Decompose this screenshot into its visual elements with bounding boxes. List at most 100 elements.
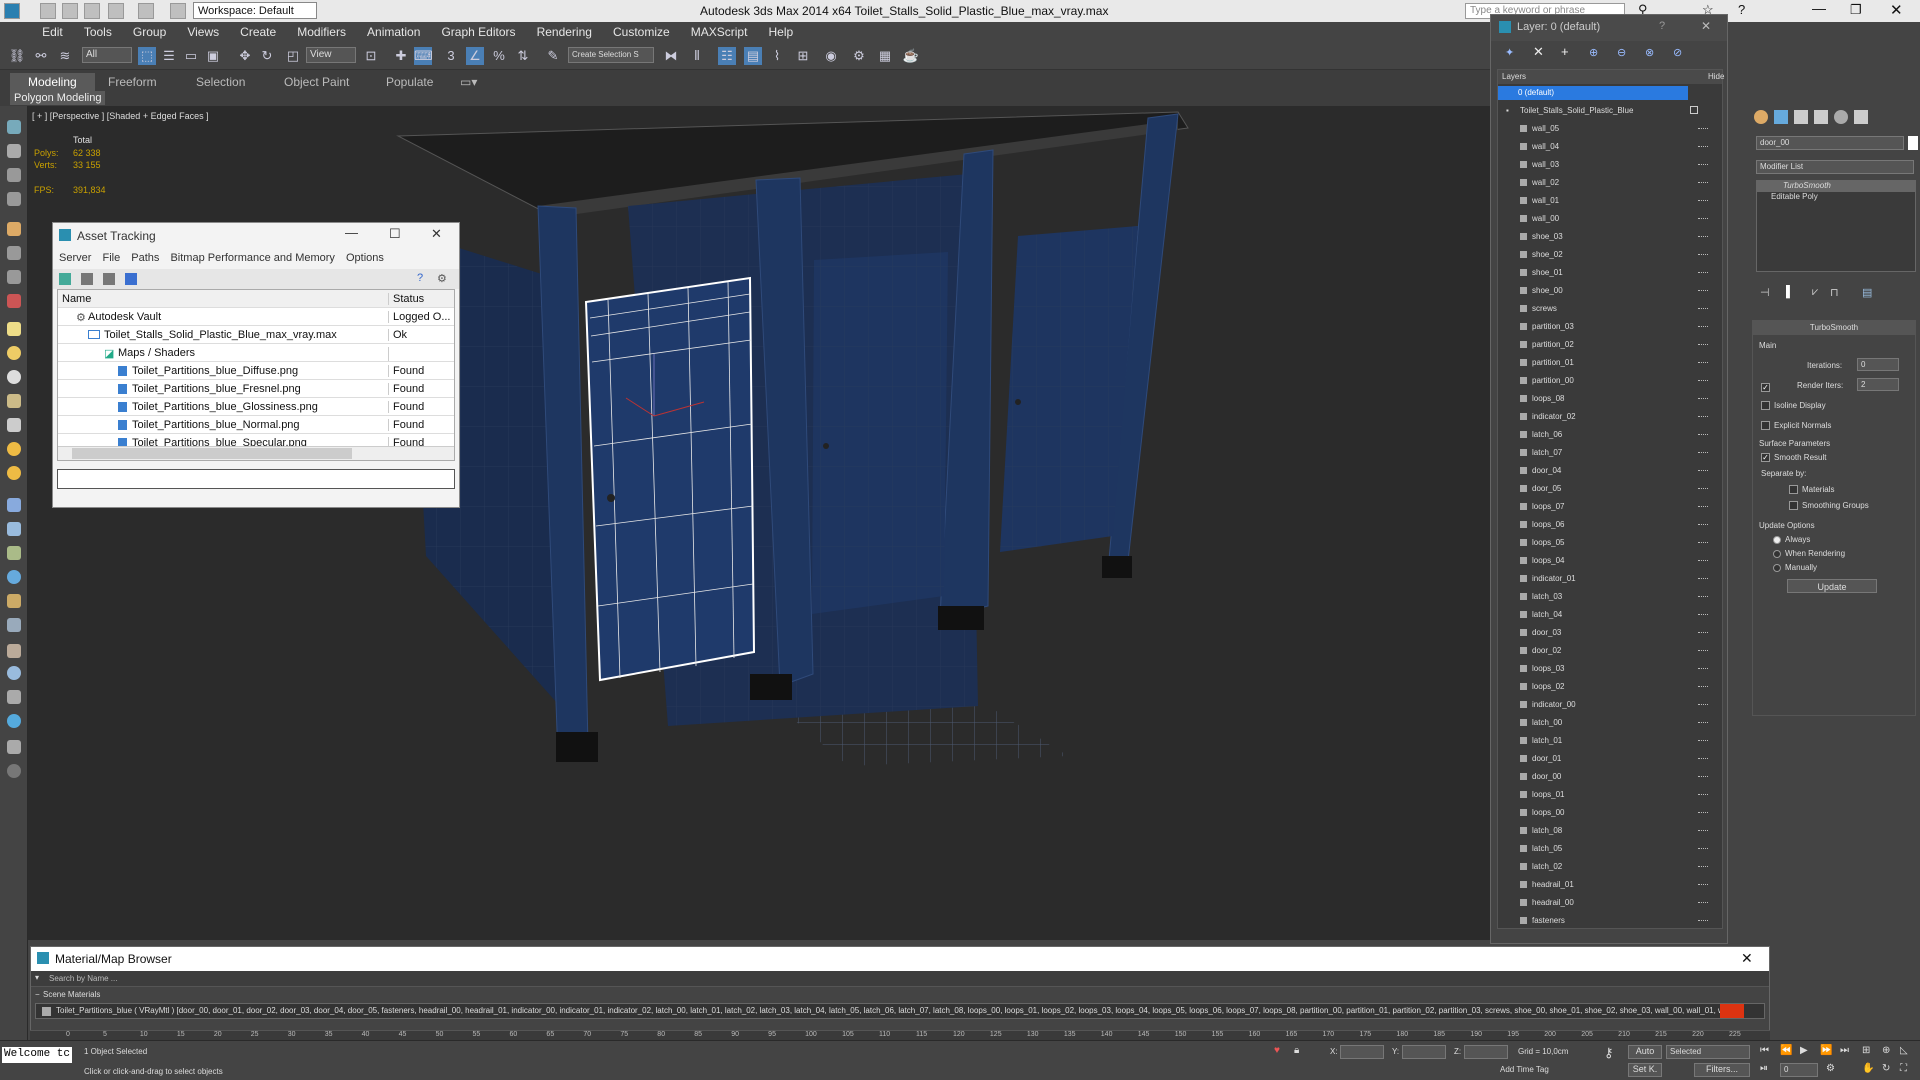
when-rendering-radio[interactable]: When Rendering <box>1773 549 1845 558</box>
layer-object-row[interactable]: shoe_00 <box>1498 284 1718 298</box>
column-hide[interactable]: Hide <box>1708 72 1724 81</box>
layer-object-row[interactable]: loops_08 <box>1498 392 1718 406</box>
menu-create[interactable]: Create <box>231 22 285 42</box>
geosphere-icon[interactable] <box>7 370 21 384</box>
hide-toggle[interactable] <box>1698 596 1708 597</box>
z-coordinate-field[interactable] <box>1464 1045 1508 1059</box>
layer-object-row[interactable]: headrail_00 <box>1498 896 1718 910</box>
tab-selection[interactable]: Selection <box>196 75 245 89</box>
layer-default-row[interactable]: 0 (default) <box>1498 86 1688 100</box>
scene-materials-group[interactable]: − Scene Materials <box>31 987 1769 1003</box>
select-by-name-icon[interactable]: ☰ <box>160 47 178 65</box>
pin-stack-icon[interactable]: ⊣ <box>1760 286 1770 299</box>
selection-lock-icon[interactable]: ♥ <box>1274 1045 1280 1056</box>
layer-object-row[interactable]: door_01 <box>1498 752 1718 766</box>
cone-icon[interactable] <box>7 418 21 432</box>
hide-toggle[interactable] <box>1698 704 1708 705</box>
asset-path-field[interactable] <box>57 469 455 489</box>
hide-toggle[interactable] <box>1698 434 1708 435</box>
select-object-icon[interactable]: ⬚ <box>138 47 156 65</box>
layer-object-row[interactable]: latch_01 <box>1498 734 1718 748</box>
auto-key-button[interactable]: Auto <box>1628 1045 1662 1059</box>
hide-toggle[interactable] <box>1698 848 1708 849</box>
polygon-modeling-panel[interactable]: Polygon Modeling <box>10 91 106 105</box>
layer-object-row[interactable]: wall_05 <box>1498 122 1718 136</box>
column-name[interactable]: Name <box>62 293 91 305</box>
add-to-layer-icon[interactable]: ⊕ <box>1589 46 1598 59</box>
keyboard-shortcut-icon[interactable]: ⌨ <box>414 47 433 65</box>
layer-object-row[interactable]: indicator_01 <box>1498 572 1718 586</box>
hide-toggle[interactable] <box>1698 128 1708 129</box>
key-icon[interactable]: ⚷ <box>1604 1045 1614 1061</box>
snaps-toggle-icon[interactable]: 3 <box>442 47 460 65</box>
menu-edit[interactable]: Edit <box>33 22 72 42</box>
table-row[interactable]: Toilet_Partitions_blue_Normal.png Found <box>58 416 454 434</box>
always-radio[interactable]: Always <box>1773 535 1810 544</box>
layer-object-row[interactable]: partition_00 <box>1498 374 1718 388</box>
materials-checkbox[interactable]: Materials <box>1789 485 1834 495</box>
app-logo-icon[interactable] <box>4 3 20 19</box>
layer-object-row[interactable]: loops_02 <box>1498 680 1718 694</box>
hide-toggle[interactable] <box>1698 722 1708 723</box>
expand-icon[interactable]: ▪ <box>1506 106 1509 115</box>
layer-object-row[interactable]: door_04 <box>1498 464 1718 478</box>
tree-view-icon[interactable] <box>125 273 137 285</box>
table-view-icon[interactable] <box>103 273 115 285</box>
next-frame-icon[interactable]: ⏩ <box>1820 1045 1832 1056</box>
modifier-list-dropdown[interactable]: Modifier List <box>1756 160 1914 174</box>
hide-toggle[interactable] <box>1690 106 1698 114</box>
create-icon[interactable] <box>7 144 21 158</box>
layer-object-row[interactable]: latch_06 <box>1498 428 1718 442</box>
hide-toggle[interactable] <box>1698 650 1708 651</box>
hide-toggle[interactable] <box>1698 794 1708 795</box>
menu-customize[interactable]: Customize <box>604 22 679 42</box>
layer-manager-icon[interactable]: ☷ <box>718 47 736 65</box>
menu-group[interactable]: Group <box>124 22 175 42</box>
hide-toggle[interactable] <box>1698 344 1708 345</box>
table-row[interactable]: Toilet_Partitions_blue_Glossiness.png Fo… <box>58 398 454 416</box>
cylinder-icon[interactable] <box>7 394 21 408</box>
lock-icon[interactable]: 🔒︎ <box>1294 1045 1299 1056</box>
maximize-icon[interactable]: ☐ <box>389 226 401 242</box>
workspace-dropdown[interactable]: Workspace: Default <box>193 2 317 19</box>
manually-radio[interactable]: Manually <box>1773 563 1817 572</box>
close-icon[interactable]: ✕ <box>1890 1 1903 19</box>
material-icon[interactable] <box>7 690 21 704</box>
goto-end-icon[interactable]: ⏭ <box>1840 1045 1849 1056</box>
hide-toggle[interactable] <box>1698 740 1708 741</box>
hide-toggle[interactable] <box>1698 524 1708 525</box>
search-options-icon[interactable]: ▾ <box>35 973 39 982</box>
update-button[interactable]: Update <box>1787 579 1877 593</box>
curve-editor-icon[interactable]: ⌇ <box>768 47 786 65</box>
key-mode-icon[interactable]: ⏯ <box>1760 1063 1768 1074</box>
mirror-icon[interactable]: ⧓ <box>662 47 680 65</box>
layer-object-row[interactable]: loops_04 <box>1498 554 1718 568</box>
pencil-icon[interactable] <box>7 618 21 632</box>
table-row[interactable]: Toilet_Stalls_Solid_Plastic_Blue_max_vra… <box>58 326 454 344</box>
rotate-icon[interactable]: ↻ <box>258 47 276 65</box>
prev-frame-icon[interactable]: ⏪ <box>1780 1045 1792 1056</box>
hide-toggle[interactable] <box>1698 398 1708 399</box>
render-iters-checkbox[interactable]: ✓ <box>1761 381 1774 393</box>
shoe-icon[interactable] <box>7 644 21 658</box>
menu-rendering[interactable]: Rendering <box>528 22 601 42</box>
menu-animation[interactable]: Animation <box>358 22 429 42</box>
menu-views[interactable]: Views <box>178 22 228 42</box>
hide-toggle[interactable] <box>1698 380 1708 381</box>
brush-icon[interactable] <box>7 498 21 512</box>
ribbon-options-icon[interactable]: ▭▾ <box>460 75 477 89</box>
menu-maxscript[interactable]: MAXScript <box>682 22 757 42</box>
layer-object-row[interactable]: latch_08 <box>1498 824 1718 838</box>
menu-help[interactable]: Help <box>760 22 803 42</box>
layer-object-row[interactable]: wall_01 <box>1498 194 1718 208</box>
modifier-editable-poly[interactable]: Editable Poly <box>1757 192 1915 203</box>
tab-populate[interactable]: Populate <box>386 75 433 89</box>
delete-layer-icon[interactable]: ✕ <box>1533 44 1544 60</box>
named-selection-dropdown[interactable]: Create Selection S <box>568 47 654 63</box>
hide-toggle[interactable] <box>1698 452 1708 453</box>
menu-modifiers[interactable]: Modifiers <box>288 22 355 42</box>
hide-toggle[interactable] <box>1698 884 1708 885</box>
layer-object-row[interactable]: door_03 <box>1498 626 1718 640</box>
viewport-layout-icon[interactable] <box>7 120 21 134</box>
orbit-icon[interactable]: ↻ <box>1882 1063 1890 1074</box>
